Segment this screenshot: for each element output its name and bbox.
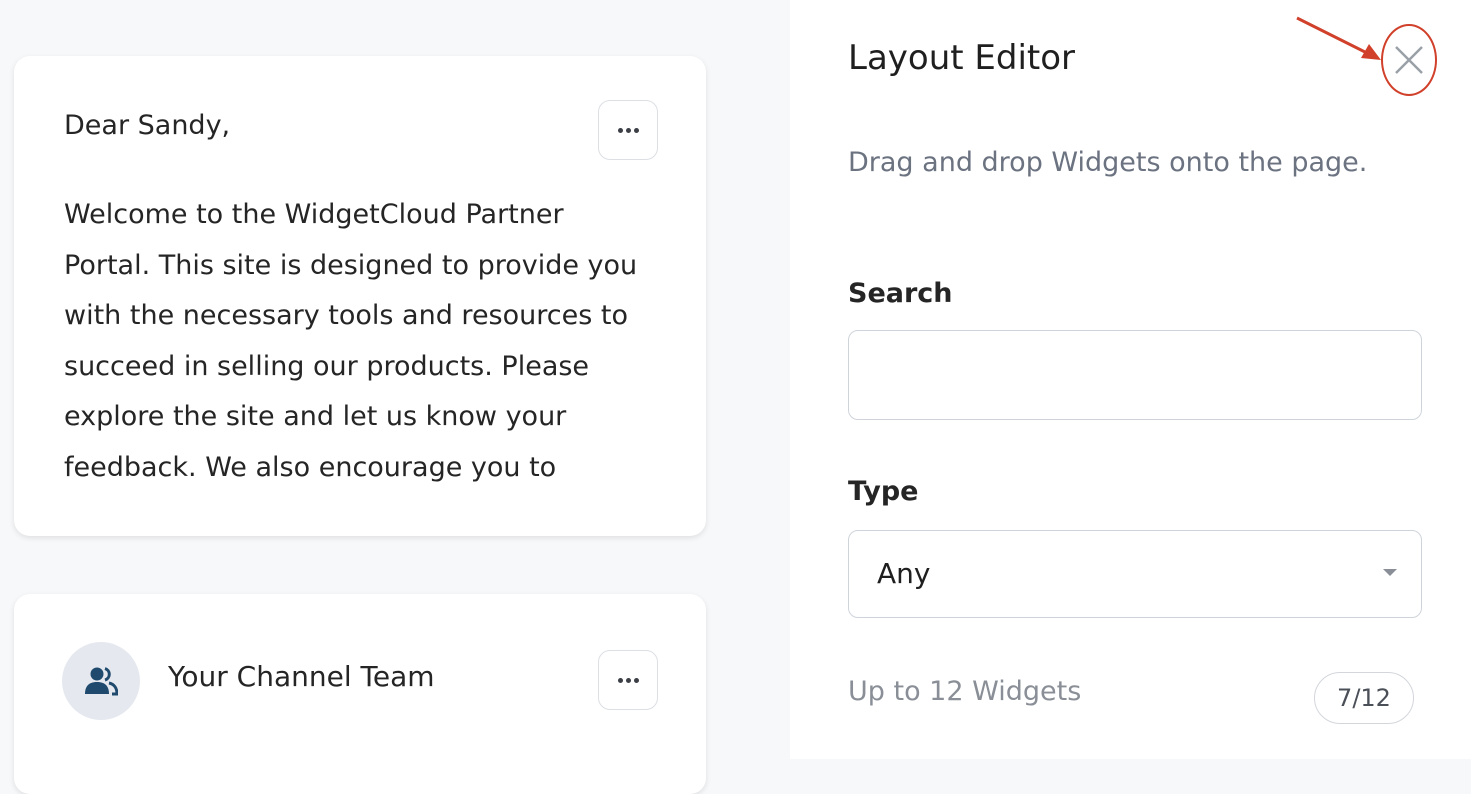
welcome-widget-menu-button[interactable]: [598, 100, 658, 160]
channel-team-menu-button[interactable]: [598, 650, 658, 710]
close-button[interactable]: [1381, 24, 1437, 96]
widget-count-badge: 7/12: [1314, 672, 1414, 724]
channel-team-widget: Your Channel Team: [14, 594, 706, 794]
layout-editor-description: Drag and drop Widgets onto the page.: [848, 147, 1368, 178]
widget-limit-text: Up to 12 Widgets: [848, 676, 1082, 707]
users-icon: [62, 642, 140, 720]
search-label: Search: [848, 278, 953, 309]
type-select[interactable]: Any: [848, 530, 1422, 618]
layout-editor-title: Layout Editor: [848, 38, 1076, 78]
caret-down-icon: [1383, 569, 1397, 576]
annotation-arrow-icon: [1296, 16, 1381, 60]
type-label: Type: [848, 476, 919, 507]
close-icon: [1395, 46, 1423, 74]
welcome-greeting: Dear Sandy,: [64, 110, 231, 141]
page-content: Dear Sandy, Welcome to the WidgetCloud P…: [0, 0, 790, 794]
channel-team-title: Your Channel Team: [168, 660, 435, 693]
more-horizontal-icon: [617, 677, 639, 683]
more-horizontal-icon: [617, 127, 639, 133]
type-select-value: Any: [877, 557, 931, 590]
layout-editor-panel: Layout Editor Drag and drop Widgets onto…: [790, 0, 1471, 759]
welcome-widget: Dear Sandy, Welcome to the WidgetCloud P…: [14, 56, 706, 536]
search-input[interactable]: [848, 330, 1422, 420]
welcome-message: Welcome to the WidgetCloud Partner Porta…: [64, 199, 638, 483]
